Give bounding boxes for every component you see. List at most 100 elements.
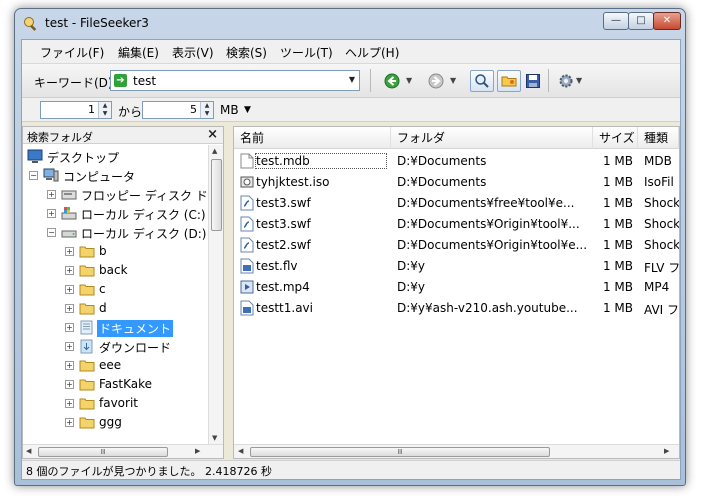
min-size-value: 1: [88, 103, 95, 116]
tree-item-drive-d[interactable]: − ローカル ディスク (D:): [23, 223, 209, 242]
column-header-name[interactable]: 名前: [234, 127, 391, 149]
tree-item-folder[interactable]: + ggg: [23, 413, 209, 432]
folder-icon: [79, 284, 95, 296]
min-size-spinner[interactable]: 1 ▲ ▼: [40, 101, 112, 119]
expand-icon[interactable]: +: [65, 418, 74, 427]
settings-dropdown-icon[interactable]: ▼: [576, 76, 582, 85]
column-header-type[interactable]: 種類: [638, 127, 679, 149]
tree-item-folder[interactable]: + d: [23, 299, 209, 318]
table-row[interactable]: tyhjktest.iso D:¥Documents 1 MB IsoFil: [234, 172, 679, 193]
column-header-size[interactable]: サイズ: [593, 127, 638, 149]
scroll-down-arrow-icon[interactable]: ▼: [212, 434, 217, 442]
menu-help[interactable]: ヘルプ(H): [345, 44, 399, 61]
forward-dropdown-icon[interactable]: ▼: [450, 76, 456, 85]
table-row[interactable]: test3.swf D:¥Documents¥free¥tool¥e... 1 …: [234, 193, 679, 214]
expand-icon[interactable]: +: [65, 266, 74, 275]
menu-search[interactable]: 検索(S): [226, 44, 267, 61]
expand-icon[interactable]: +: [65, 380, 74, 389]
settings-gear-icon[interactable]: [558, 73, 574, 89]
unit-chevron-down-icon[interactable]: ▼: [244, 105, 251, 115]
table-row[interactable]: test.flv D:¥y 1 MB FLV フ: [234, 256, 679, 277]
minimize-button[interactable]: —: [603, 12, 629, 30]
drive-icon: [61, 230, 77, 238]
search-toggle-button[interactable]: [470, 70, 494, 92]
maximize-button[interactable]: □: [628, 12, 654, 30]
search-folder-pane: 検索フォルダ × デスクトップ − コンピュータ + フロッピー ディスク ドラ…: [22, 126, 224, 459]
tree-item-computer[interactable]: − コンピュータ: [23, 166, 209, 185]
scroll-up-arrow-icon[interactable]: ▲: [212, 147, 217, 155]
folder-icon: [79, 398, 95, 410]
tree-item-drive-c[interactable]: + ローカル ディスク (C:): [23, 204, 209, 223]
tree-item-folder[interactable]: + favorit: [23, 394, 209, 413]
toolbar: キーワード(D) ➔ test ▼ ▼ ▼ ▼: [22, 64, 680, 98]
menu-file[interactable]: ファイル(F): [40, 44, 104, 61]
expand-icon[interactable]: +: [65, 247, 74, 256]
keyword-combobox[interactable]: ➔ test ▼: [110, 70, 360, 91]
tree-item-folder[interactable]: + FastKake: [23, 375, 209, 394]
table-row[interactable]: test2.swf D:¥Documents¥Origin¥tool¥e... …: [234, 235, 679, 256]
tree-item-desktop[interactable]: デスクトップ: [23, 147, 209, 166]
folder-open-button[interactable]: [497, 70, 521, 92]
expand-icon[interactable]: +: [65, 342, 74, 351]
scroll-left-arrow-icon[interactable]: ◀: [238, 447, 243, 455]
app-window: test - FileSeeker3 — □ ✕ ファイル(F) 編集(E) 表…: [14, 8, 686, 486]
forward-icon[interactable]: [428, 73, 444, 89]
save-icon[interactable]: [525, 73, 541, 89]
tree-item-folder[interactable]: + back: [23, 261, 209, 280]
expand-icon[interactable]: +: [65, 285, 74, 294]
spinner-arrows-icon[interactable]: ▲ ▼: [200, 102, 213, 118]
file-type: IsoFil: [644, 175, 674, 189]
title-bar[interactable]: test - FileSeeker3 — □ ✕: [15, 9, 685, 39]
expand-icon[interactable]: +: [65, 304, 74, 313]
table-row[interactable]: test3.swf D:¥Documents¥Origin¥tool¥... 1…: [234, 214, 679, 235]
table-row[interactable]: testt1.avi D:¥y¥ash-v210.ash.youtube... …: [234, 298, 679, 319]
toolbar-separator: [548, 69, 549, 92]
scroll-thumb[interactable]: [211, 159, 222, 231]
tree-item-folder[interactable]: + c: [23, 280, 209, 299]
file-size: 1 MB: [602, 301, 633, 315]
tree-item-folder[interactable]: + eee: [23, 356, 209, 375]
column-header-folder[interactable]: フォルダ: [391, 127, 593, 149]
tree-horizontal-scrollbar[interactable]: ◀ Ⅲ ▶: [23, 444, 223, 458]
tree-item-folder[interactable]: + ダウンロード: [23, 337, 209, 356]
menu-tools[interactable]: ツール(T): [280, 44, 333, 61]
folder-tree: デスクトップ − コンピュータ + フロッピー ディスク ドラ + ローカル デ…: [23, 145, 209, 445]
menu-view[interactable]: 表示(V): [172, 44, 214, 61]
scroll-right-arrow-icon[interactable]: ▶: [195, 447, 200, 455]
collapse-icon[interactable]: −: [29, 171, 38, 180]
file-name: testt1.avi: [256, 301, 313, 315]
list-horizontal-scrollbar[interactable]: ◀ Ⅲ ▶: [234, 444, 679, 458]
table-row[interactable]: test.mp4 D:¥y 1 MB MP4: [234, 277, 679, 298]
table-row[interactable]: test.mdb D:¥Documents 1 MB MDB: [234, 151, 679, 172]
scroll-right-arrow-icon[interactable]: ▶: [664, 447, 669, 455]
tree-label: ドキュメント: [97, 320, 174, 337]
chevron-down-icon[interactable]: ▼: [349, 75, 355, 84]
collapse-icon[interactable]: −: [47, 228, 56, 237]
back-dropdown-icon[interactable]: ▼: [406, 76, 412, 85]
pane-close-button[interactable]: ×: [207, 127, 218, 142]
size-unit-dropdown[interactable]: MB: [220, 103, 239, 117]
file-folder: D:¥Documents¥Origin¥tool¥e...: [397, 238, 587, 252]
keyword-label: キーワード(D): [34, 76, 113, 90]
scroll-thumb[interactable]: Ⅲ: [250, 447, 550, 457]
spinner-arrows-icon[interactable]: ▲ ▼: [98, 102, 111, 118]
scroll-thumb[interactable]: Ⅲ: [38, 447, 168, 457]
expand-icon[interactable]: +: [47, 209, 56, 218]
expand-icon[interactable]: +: [65, 323, 74, 332]
expand-icon[interactable]: +: [65, 361, 74, 370]
system-drive-icon: [61, 207, 77, 220]
back-icon[interactable]: [384, 73, 400, 89]
tree-item-folder-selected[interactable]: + ドキュメント: [23, 318, 209, 337]
expand-icon[interactable]: +: [65, 399, 74, 408]
tree-label: c: [99, 282, 106, 296]
expand-icon[interactable]: +: [47, 190, 56, 199]
tree-item-floppy[interactable]: + フロッピー ディスク ドラ: [23, 185, 209, 204]
folder-icon: [79, 417, 95, 429]
close-window-button[interactable]: ✕: [653, 12, 681, 30]
menu-edit[interactable]: 編集(E): [118, 44, 159, 61]
tree-item-folder[interactable]: + b: [23, 242, 209, 261]
tree-vertical-scrollbar[interactable]: ▲ ▼: [208, 145, 223, 444]
max-size-spinner[interactable]: 5 ▲ ▼: [142, 101, 214, 119]
status-bar: 8 個のファイルが見つかりました。 2.418726 秒: [22, 460, 680, 479]
scroll-left-arrow-icon[interactable]: ◀: [26, 447, 31, 455]
